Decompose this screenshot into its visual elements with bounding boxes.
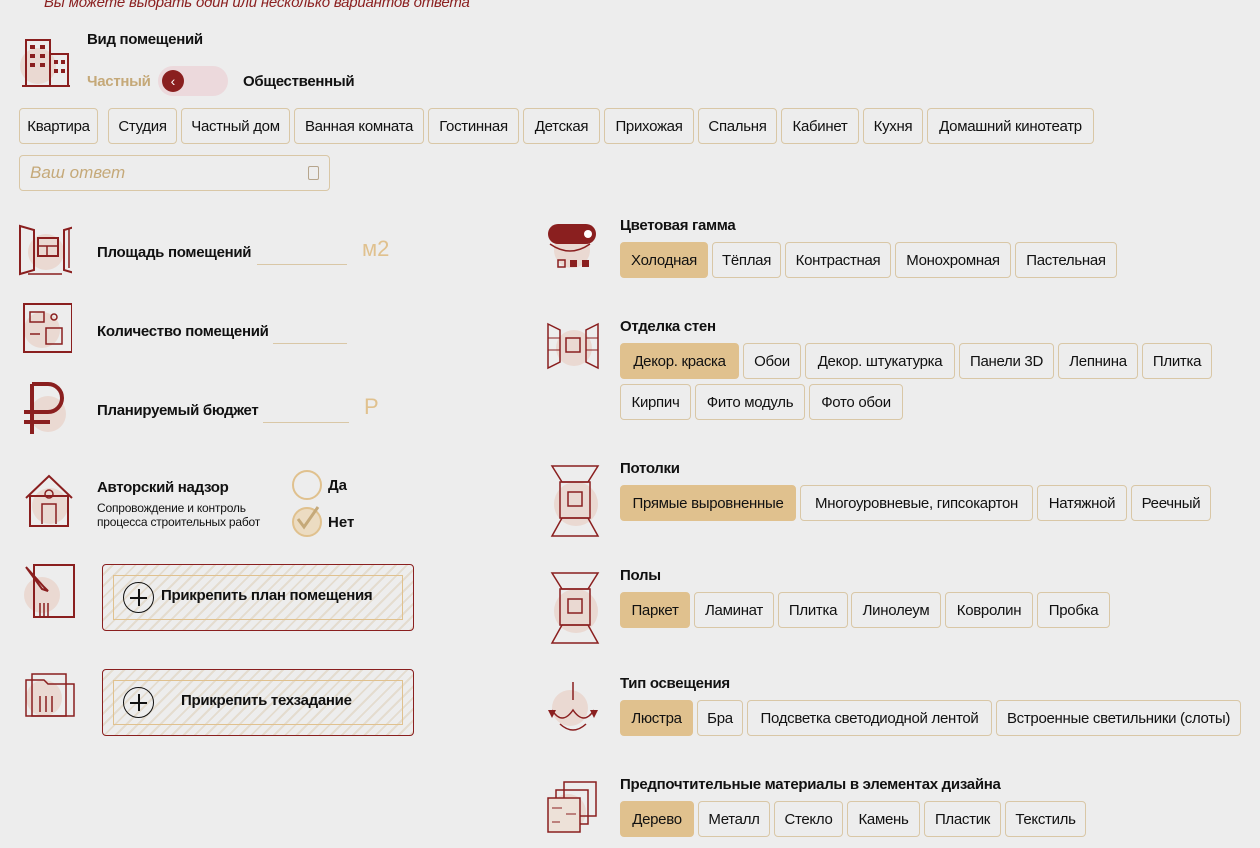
answer-field[interactable]	[19, 155, 330, 191]
materials-option-3[interactable]: Камень	[847, 801, 920, 837]
materials-option-0[interactable]: Дерево	[620, 801, 694, 837]
budget-unit: Р	[364, 394, 379, 419]
materials-option-2[interactable]: Стекло	[774, 801, 843, 837]
room-option-3[interactable]: Ванная комната	[294, 108, 424, 144]
lighting-option-3[interactable]: Встроенные светильники (слоты)	[996, 700, 1241, 736]
walls-option-6[interactable]: Кирпич	[620, 384, 691, 420]
walls-option-5[interactable]: Плитка	[1142, 343, 1212, 379]
walls-option-2[interactable]: Декор. штукатурка	[805, 343, 955, 379]
ceilings-option-3[interactable]: Реечный	[1131, 485, 1211, 521]
check-icon	[296, 506, 320, 530]
ceilings-option-2[interactable]: Натяжной	[1037, 485, 1127, 521]
materials-option-1[interactable]: Металл	[698, 801, 770, 837]
plan-document-icon	[22, 563, 76, 619]
room-option-8[interactable]: Кабинет	[781, 108, 859, 144]
plus-circle-icon	[123, 582, 154, 613]
room-option-1[interactable]: Студия	[108, 108, 177, 144]
room-type-toggle[interactable]: ‹	[158, 66, 228, 96]
floors-option-0[interactable]: Паркет	[620, 592, 690, 628]
folder-icon	[22, 668, 76, 724]
floors-option-4[interactable]: Ковролин	[945, 592, 1033, 628]
supervision-desc-1: Сопровождение и контроль	[97, 501, 246, 515]
area-label: Площадь помещений	[97, 244, 252, 261]
materials-option-5[interactable]: Текстиль	[1005, 801, 1086, 837]
room-option-4[interactable]: Гостинная	[428, 108, 519, 144]
room-option-10[interactable]: Домашний кинотеатр	[927, 108, 1094, 144]
lighting-option-0[interactable]: Люстра	[620, 700, 693, 736]
color-option-4[interactable]: Пастельная	[1015, 242, 1117, 278]
ceilings-option-1[interactable]: Многоуровневые, гипсокартон	[800, 485, 1033, 521]
answer-input[interactable]	[20, 156, 329, 190]
color-option-1[interactable]: Тёплая	[712, 242, 781, 278]
floor-icon	[548, 571, 602, 645]
attach-plan-label: Прикрепить план помещения	[161, 587, 373, 604]
room-type-title: Вид помещений	[87, 31, 203, 48]
room-option-6[interactable]: Прихожая	[604, 108, 694, 144]
ceilings-title: Потолки	[620, 460, 680, 477]
chandelier-icon	[546, 680, 600, 736]
color-option-0[interactable]: Холодная	[620, 242, 708, 278]
room-option-5[interactable]: Детская	[523, 108, 600, 144]
area-input[interactable]	[257, 264, 347, 265]
radio-yes[interactable]	[292, 470, 322, 500]
materials-option-4[interactable]: Пластик	[924, 801, 1001, 837]
building-icon	[18, 36, 72, 92]
walls-option-4[interactable]: Лепнина	[1058, 343, 1138, 379]
count-input[interactable]	[273, 343, 347, 344]
walls-title: Отделка стен	[620, 318, 716, 335]
lighting-option-2[interactable]: Подсветка светодиодной лентой	[747, 700, 992, 736]
color-palette-icon	[546, 220, 600, 276]
floors-option-3[interactable]: Линолеум	[851, 592, 941, 628]
house-supervision-icon	[22, 472, 76, 528]
radio-yes-label: Да	[328, 477, 348, 494]
walls-option-7[interactable]: Фито модуль	[695, 384, 805, 420]
color-option-2[interactable]: Контрастная	[785, 242, 891, 278]
area-unit: м2	[362, 236, 390, 261]
room-option-2[interactable]: Частный дом	[181, 108, 290, 144]
supervision-desc-2: процесса строительных работ	[97, 515, 261, 529]
attach-plan-button[interactable]: Прикрепить план помещения	[102, 564, 414, 631]
floors-option-2[interactable]: Плитка	[778, 592, 848, 628]
walls-option-8[interactable]: Фото обои	[809, 384, 903, 420]
floor-plan-icon	[18, 300, 73, 356]
ceilings-option-0[interactable]: Прямые выровненные	[620, 485, 796, 521]
attach-spec-button[interactable]: Прикрепить техзадание	[102, 669, 414, 736]
materials-title: Предпочтительные материалы в элементах д…	[620, 776, 1001, 793]
walls-option-0[interactable]: Декор. краска	[620, 343, 739, 379]
attach-spec-label: Прикрепить техзадание	[181, 692, 352, 709]
radio-no-label: Нет	[328, 514, 355, 531]
floors-option-5[interactable]: Пробка	[1037, 592, 1110, 628]
count-label: Количество помещений	[97, 323, 269, 340]
floors-title: Полы	[620, 567, 661, 584]
chevron-left-icon: ‹	[162, 70, 184, 92]
room-option-7[interactable]: Спальня	[698, 108, 777, 144]
walls-icon	[546, 318, 600, 374]
plus-circle-icon	[123, 687, 154, 718]
input-helper-icon	[308, 166, 319, 180]
budget-input[interactable]	[263, 422, 349, 423]
walls-option-3[interactable]: Панели 3D	[959, 343, 1054, 379]
area-icon	[18, 222, 79, 278]
supervision-label: Авторский надзор	[97, 479, 229, 496]
hint-text: Вы можете выбрать один или несколько вар…	[44, 0, 470, 11]
radio-no[interactable]	[292, 506, 322, 537]
ruble-icon	[18, 380, 72, 436]
color-scheme-title: Цветовая гамма	[620, 217, 736, 234]
room-option-0[interactable]: Квартира	[19, 108, 98, 144]
lighting-title: Тип освещения	[620, 675, 730, 692]
floors-option-1[interactable]: Ламинат	[694, 592, 774, 628]
toggle-right-label: Общественный	[243, 73, 355, 90]
toggle-left-label: Частный	[87, 73, 151, 90]
color-option-3[interactable]: Монохромная	[895, 242, 1011, 278]
ceiling-icon	[548, 464, 602, 538]
room-option-9[interactable]: Кухня	[863, 108, 923, 144]
lighting-option-1[interactable]: Бра	[697, 700, 743, 736]
budget-label: Планируемый бюджет	[97, 402, 259, 419]
walls-option-1[interactable]: Обои	[743, 343, 801, 379]
materials-icon	[546, 780, 600, 836]
